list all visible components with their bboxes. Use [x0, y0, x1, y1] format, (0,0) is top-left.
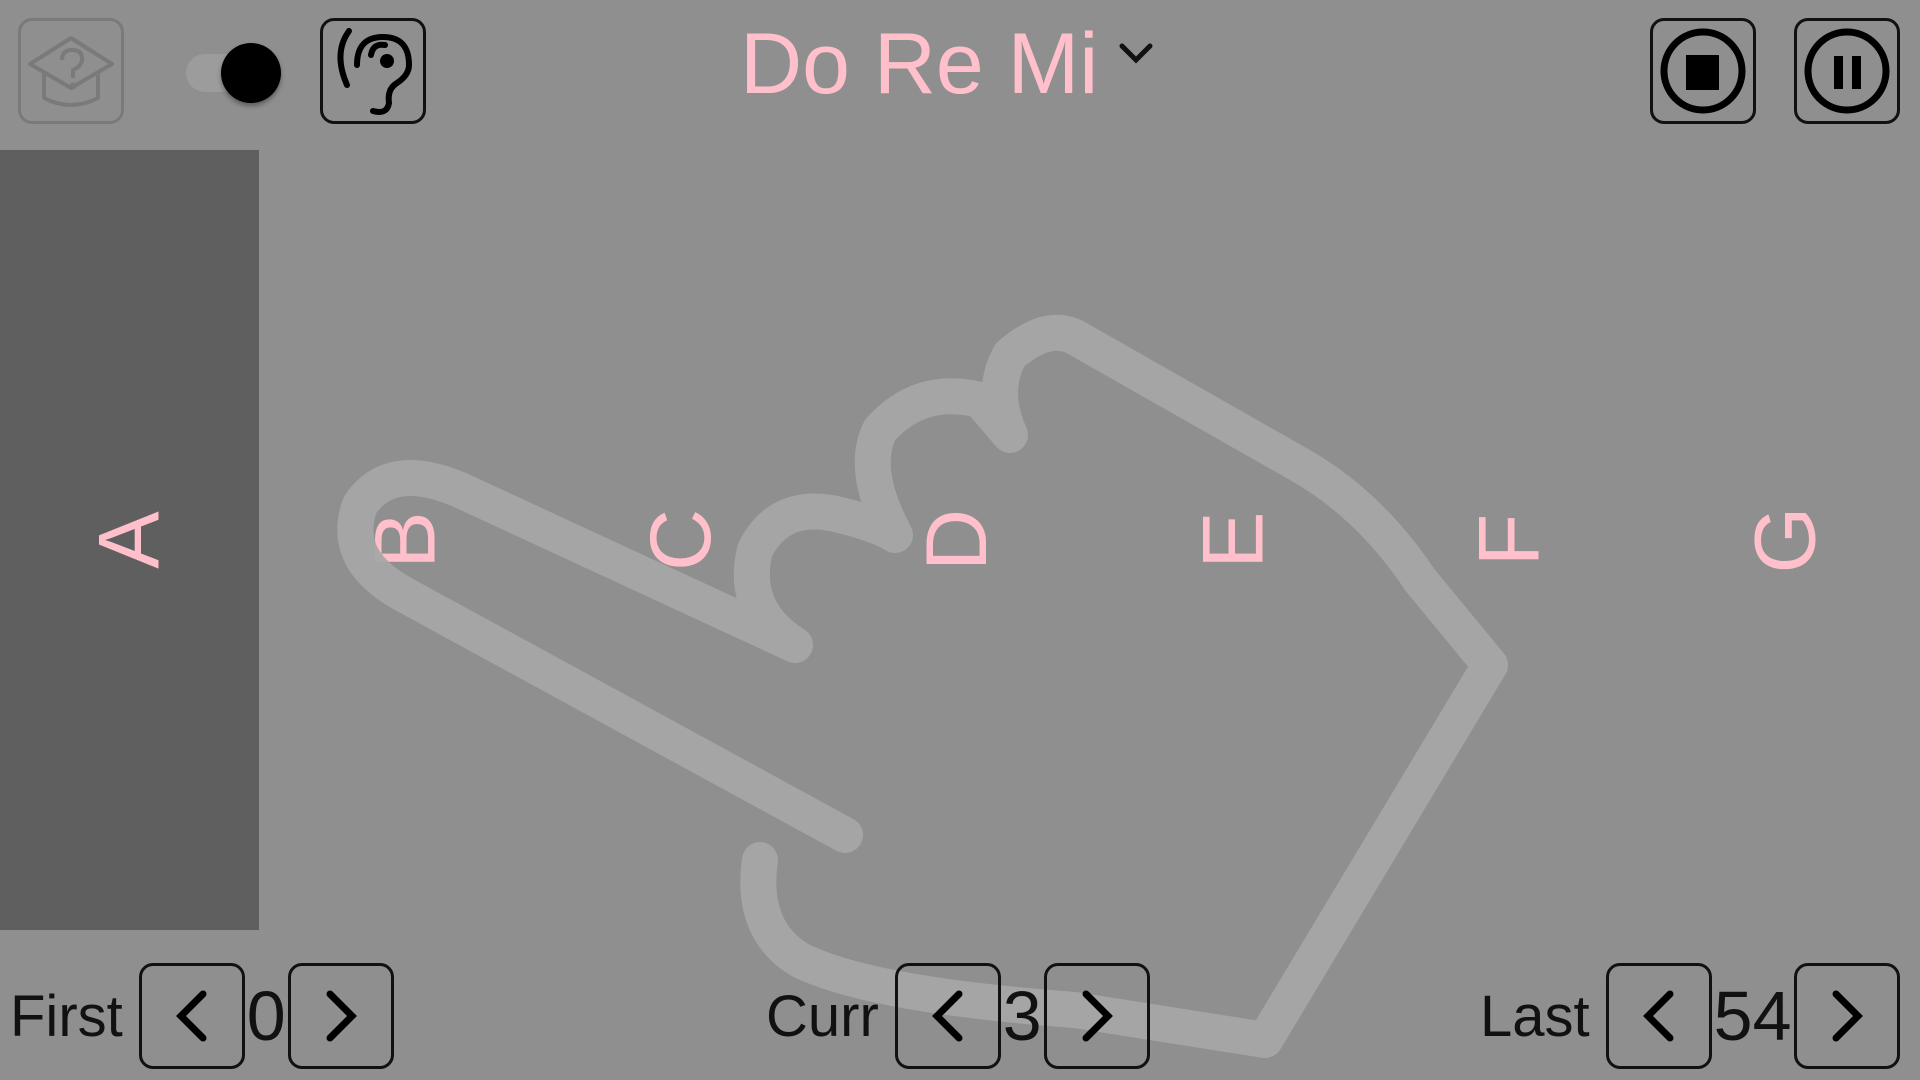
pause-button[interactable]: [1794, 18, 1900, 124]
listen-button[interactable]: [320, 18, 426, 124]
chevron-left-icon: [1642, 990, 1674, 1042]
key-label: E: [1185, 511, 1282, 569]
curr-increment-button[interactable]: [1043, 963, 1150, 1069]
curr-decrement-button[interactable]: [894, 963, 1001, 1069]
song-title: Do Re Mi: [740, 16, 1099, 112]
chevron-right-icon: [1832, 990, 1863, 1042]
chevron-right-icon: [1082, 990, 1113, 1042]
first-measure-control: First 0: [10, 963, 394, 1069]
first-decrement-button[interactable]: [138, 963, 245, 1069]
pause-circle-icon: [1804, 28, 1890, 114]
key-d[interactable]: D: [828, 150, 1087, 930]
key-b[interactable]: B: [276, 150, 535, 930]
last-decrement-button[interactable]: [1605, 963, 1712, 1069]
key-a[interactable]: A: [0, 150, 259, 930]
chevron-right-icon: [326, 990, 357, 1042]
first-value: 0: [246, 977, 286, 1055]
key-label: F: [1461, 513, 1558, 567]
note-keys: A B C D E F G: [0, 150, 1920, 930]
help-button[interactable]: [18, 18, 124, 124]
stop-button[interactable]: [1650, 18, 1756, 124]
first-increment-button[interactable]: [287, 963, 394, 1069]
last-increment-button[interactable]: [1793, 963, 1900, 1069]
key-label: G: [1737, 506, 1834, 574]
chevron-left-icon: [931, 990, 963, 1042]
first-label: First: [10, 983, 123, 1049]
key-e[interactable]: E: [1104, 150, 1363, 930]
mode-toggle[interactable]: [186, 43, 282, 103]
last-measure-control: Last 54: [1480, 963, 1900, 1069]
last-label: Last: [1480, 983, 1590, 1049]
stop-circle-icon: [1660, 28, 1746, 114]
key-g[interactable]: G: [1656, 150, 1915, 930]
key-label: A: [81, 511, 178, 569]
song-selector[interactable]: Do Re Mi: [740, 14, 1154, 114]
chevron-left-icon: [175, 990, 207, 1042]
curr-label: Curr: [766, 983, 879, 1049]
key-label: C: [633, 508, 730, 572]
ear-icon: [337, 28, 413, 115]
key-f[interactable]: F: [1380, 150, 1639, 930]
curr-value: 3: [1002, 977, 1042, 1055]
key-c[interactable]: C: [552, 150, 811, 930]
graduation-cap-question-icon: [28, 36, 114, 107]
key-label: B: [357, 511, 454, 569]
chevron-down-icon: [1119, 43, 1153, 64]
key-label: D: [909, 508, 1006, 572]
toggle-thumb: [221, 43, 281, 103]
current-measure-control: Curr 3: [766, 963, 1150, 1069]
last-value: 54: [1713, 977, 1792, 1055]
